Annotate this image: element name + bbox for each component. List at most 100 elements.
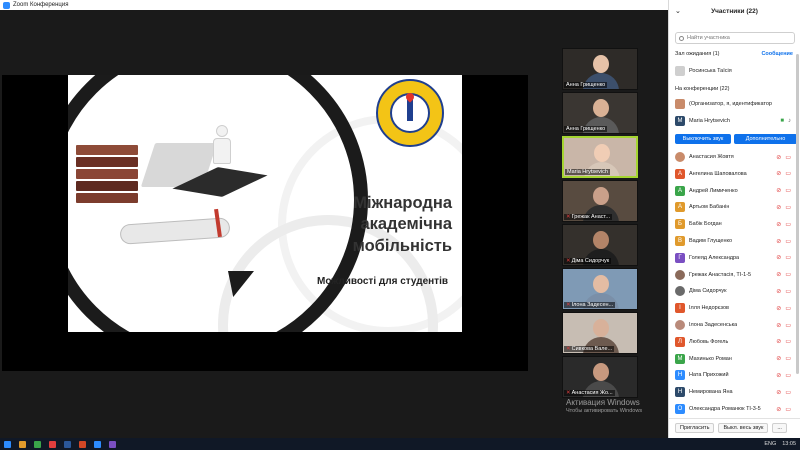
thumbnail-name-text: Анна Грищенко [566,82,606,88]
invite-button[interactable]: Пригласить [675,422,715,433]
chrome-icon[interactable] [34,440,41,448]
video-thumbnail[interactable]: Анна Грищенко [562,92,638,134]
participant-row[interactable]: І Ілля Недорєзов ⊘ ▭ [669,300,800,316]
video-on-icon: ■ [780,118,784,124]
participant-name: Любовь Фогель [689,338,729,345]
thumbnail-name-text: Анастасия Жо... [571,390,613,396]
video-thumbnail[interactable]: ✕Грежак Анаст... [562,180,638,222]
video-off-icon: ▭ [785,356,791,363]
thumbnail-name: Анна Грищенко [564,82,608,88]
avatar: О [675,404,685,414]
avatar [675,99,685,109]
message-button[interactable]: Сообщение [761,51,793,57]
mic-muted-icon: ⊘ [776,339,782,346]
participant-name: (Организатор, я, идентификатор участни [689,101,773,107]
mute-button[interactable]: Выключить звук [675,134,731,144]
participant-row[interactable]: О Олександра Романюк ТІ-3-5 ⊘ ▭ [669,401,800,417]
figure-illustration-body [213,138,231,164]
windows-activation-watermark: Активация Windows Чтобы активировать Win… [566,398,642,414]
mic-muted-icon: ⊘ [776,406,782,413]
thumbnail-name: ✕Сивкова Вале... [564,346,615,352]
zoom-app-icon [3,1,10,9]
participant-row[interactable]: Н Ната Прихожий ⊘ ▭ [669,367,800,383]
word-icon[interactable] [64,440,71,448]
more-button[interactable]: Дополнительно [734,134,797,144]
avatar: Н [675,370,685,381]
more-options-button[interactable]: ... [772,422,787,433]
participant-name: Ната Прихожий [689,372,729,379]
explorer-icon[interactable] [19,440,26,448]
participant-row[interactable]: Ілона Задесенська ⊘ ▭ [669,317,800,333]
video-off-icon: ▭ [785,204,791,211]
participant-row[interactable]: Г Голеяд Александра ⊘ ▭ [669,250,800,266]
mic-muted-icon: ✕ [566,390,571,396]
thumbnail-name: ✕Діма Сидорчук [564,258,612,264]
video-thumbnail[interactable]: ✕Діма Сидорчук [562,224,638,266]
participant-row[interactable]: А Ангелина Шаповалова ⊘ ▭ [669,166,800,182]
mute-all-button[interactable]: Выкл. весь звук [718,422,769,433]
participant-search-input[interactable]: Найти участника [675,32,795,44]
clock[interactable]: 13:05 [782,441,796,447]
host-participant-row[interactable]: (Организатор, я, идентификатор участни [669,96,800,112]
avatar [675,269,685,280]
windows-taskbar: ENG 13:05 [0,438,800,450]
thumbnail-name-text: Maria Hrytsevich [567,169,608,175]
avatar: Л [675,336,685,347]
participant-row-maria[interactable]: M Maria Hrytsevich ■ ♪ [669,113,800,129]
zoom-taskbar-icon[interactable] [94,440,101,448]
thumbnail-name: ✕Грежак Анаст... [564,214,613,220]
participant-row[interactable]: М Махинько Роман ⊘ ▭ [669,351,800,367]
video-thumbnail[interactable]: ✕Анастасия Жо... [562,356,638,398]
participant-row[interactable]: Л Любовь Фогель ⊘ ▭ [669,334,800,350]
participant-name: Ілона Задесенська [689,322,738,328]
mic-muted-icon: ⊘ [776,305,782,312]
participant-video [593,55,609,73]
thumbnail-name-text: Грежак Анаст... [571,214,611,220]
waiting-participant[interactable]: Росинська Таїсія [669,63,800,79]
waiting-room-section[interactable]: Зал ожидания (1) Сообщение [669,48,800,60]
video-off-icon: ▭ [785,305,791,312]
participant-row[interactable]: Анастасия Жовтя ⊘ ▭ [669,149,800,165]
participant-name: Грежак Анастасія, ТІ-1-5 [689,271,752,278]
participant-row[interactable]: А Андрей Лимиченко ⊘ ▭ [669,183,800,199]
participant-row[interactable]: Н Немирована Яна ⊘ ▭ [669,384,800,400]
opera-icon[interactable] [49,440,56,448]
participant-video [593,319,609,337]
avatar: Н [675,387,685,398]
slide-title-line: Міжнародна [353,194,452,212]
avatar: М [675,353,685,364]
mic-muted-icon: ⊘ [776,188,782,195]
video-thumbnail[interactable]: ✕Ілона Задесен... [562,268,638,310]
powerpoint-icon[interactable] [79,440,86,448]
avatar: А [675,185,685,196]
in-meeting-section[interactable]: На конференции (22) [669,83,800,95]
video-off-icon: ▭ [785,389,791,396]
video-thumbnail[interactable]: Maria Hrytsevich [562,136,638,178]
app-icon[interactable] [109,440,116,448]
participant-name: Артьом Бабанін [689,204,730,211]
participants-scrollbar[interactable] [796,54,799,374]
participant-row[interactable]: Грежак Анастасія, ТІ-1-5 ⊘ ▭ [669,267,800,283]
participant-row[interactable]: Б Бабік Богдан ⊘ ▭ [669,216,800,232]
participant-row[interactable]: А Артьом Бабанін ⊘ ▭ [669,199,800,215]
thumbnail-name: Анна Грищенко [564,126,608,132]
participant-row[interactable]: Діма Сидорчук ⊘ ▭ [669,283,800,299]
slide-title-line: академічна [360,215,452,234]
thumbnail-name-text: Анна Грищенко [566,126,606,132]
mic-muted-icon: ⊘ [776,238,782,245]
video-thumbnail[interactable]: Анна Грищенко [562,48,638,90]
participants-panel: ⌄ Участники (22) Найти участника Зал ожи… [668,0,800,438]
thumbnail-name-text: Діма Сидорчук [571,258,610,264]
participant-name: Бабік Богдан [689,221,722,228]
chevron-down-icon[interactable]: ⌄ [675,7,681,15]
avatar [675,152,685,162]
video-thumbnail[interactable]: ✕Сивкова Вале... [562,312,638,354]
language-indicator[interactable]: ENG [764,441,776,447]
start-icon[interactable] [4,440,11,448]
avatar: А [675,168,685,179]
figure-illustration-head [216,125,228,137]
video-off-icon: ▭ [785,272,791,279]
participant-row[interactable]: В Вадим Глущенко ⊘ ▭ [669,233,800,249]
thumbnail-name: ✕Ілона Задесен... [564,302,616,308]
participants-footer: Пригласить Выкл. весь звук ... [669,418,800,436]
